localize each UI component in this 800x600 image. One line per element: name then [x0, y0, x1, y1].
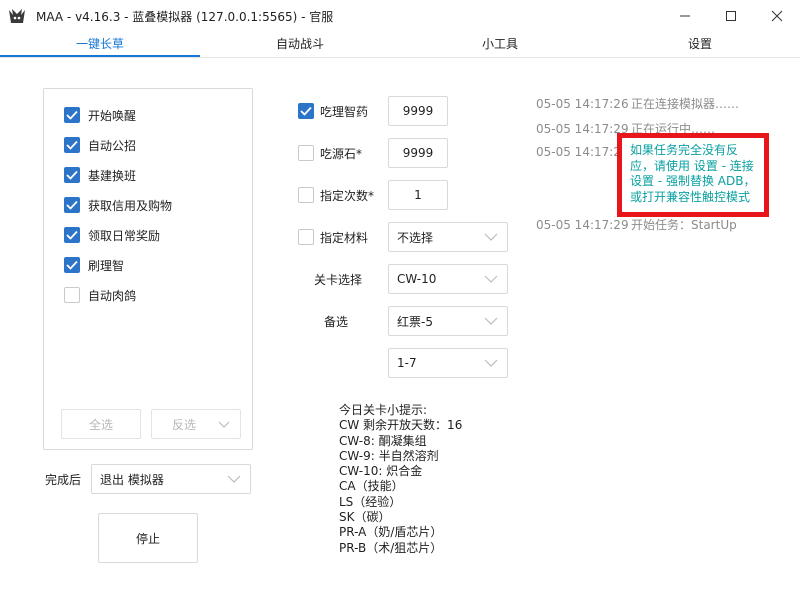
task-label: 基建换班 [88, 168, 137, 183]
chevron-down-icon [218, 421, 230, 428]
option-stone[interactable]: 吃源石* [298, 143, 362, 163]
material-dropdown[interactable]: 不选择 [388, 222, 508, 252]
tab-settings[interactable]: 设置 [600, 35, 800, 55]
material-value: 不选择 [397, 230, 434, 245]
chevron-down-icon [484, 233, 498, 241]
task-label: 自动肉鸽 [88, 288, 137, 303]
invert-label: 反选 [172, 417, 197, 432]
task-label: 开始唤醒 [88, 108, 137, 123]
log-time: 05-05 14:17:26 [536, 97, 629, 111]
close-icon [771, 10, 783, 22]
invert-selection-button[interactable]: 反选 [151, 409, 241, 439]
stage-select-label: 关卡选择 [314, 273, 363, 287]
option-label: 指定次数* [320, 188, 375, 203]
after-finish-dropdown[interactable]: 退出 模拟器 [91, 464, 251, 494]
close-button[interactable] [754, 0, 800, 32]
minimize-button[interactable] [662, 0, 708, 32]
warning-message: 如果任务完全没有反应，请使用 设置 - 连接设置 - 强制替换 ADB，或打开兼… [630, 143, 756, 204]
tab-farming[interactable]: 一键长草 [0, 35, 200, 55]
stop-button[interactable]: 停止 [98, 513, 198, 563]
task-item-infrast[interactable]: 基建换班 [64, 165, 136, 185]
tip-line: CW 剩余开放天数：16 [339, 418, 463, 433]
checkbox-checked-icon[interactable] [64, 137, 80, 153]
maximize-button[interactable] [708, 0, 754, 32]
maximize-icon [726, 11, 736, 21]
option-label: 吃源石* [320, 146, 363, 161]
task-item-wakeup[interactable]: 开始唤醒 [64, 105, 136, 125]
medicine-count-input[interactable]: 9999 [388, 96, 448, 126]
log-entry: 05-05 14:17:26 正在连接模拟器…… [536, 95, 739, 112]
backup-stage-value: 红票-5 [397, 314, 433, 329]
stage-dropdown[interactable]: CW-10 [388, 264, 508, 294]
checkbox-checked-icon[interactable] [64, 107, 80, 123]
task-label: 自动公招 [88, 138, 137, 153]
checkbox-checked-icon[interactable] [298, 103, 314, 119]
option-label: 指定材料 [320, 230, 369, 245]
task-item-award[interactable]: 领取日常奖励 [64, 225, 160, 245]
tip-line: CW-10: 炽合金 [339, 464, 423, 479]
stage-tips-title: 今日关卡小提示: [339, 403, 428, 417]
chevron-down-icon [227, 475, 241, 483]
times-count-input[interactable]: 1 [388, 180, 448, 210]
stage-value: CW-10 [397, 272, 437, 286]
log-text: 开始任务：StartUp [631, 218, 737, 232]
checkbox-checked-icon[interactable] [64, 227, 80, 243]
backup-stage-2-value: 1-7 [397, 356, 417, 370]
task-item-fight[interactable]: 刷理智 [64, 255, 124, 275]
log-time: 05-05 14:17:29 [536, 218, 629, 232]
tip-line: CA（技能） [339, 479, 404, 494]
window-title: MAA - v4.16.3 - 蓝叠模拟器 (127.0.0.1:5565) -… [36, 10, 334, 24]
option-material[interactable]: 指定材料 [298, 227, 368, 247]
tip-line: PR-A（奶/盾芯片） [339, 525, 443, 540]
checkbox-unchecked-icon[interactable] [298, 229, 314, 245]
option-label: 吃理智药 [320, 104, 369, 119]
checkbox-unchecked-icon[interactable] [298, 145, 314, 161]
tab-auto-battle[interactable]: 自动战斗 [200, 35, 400, 55]
option-times[interactable]: 指定次数* [298, 185, 374, 205]
task-item-recruit[interactable]: 自动公招 [64, 135, 136, 155]
stage-tips: 今日关卡小提示: CW 剩余开放天数：16 CW-8: 酮凝集组 CW-9: 半自然溶… [339, 403, 462, 556]
backup-stage-2-dropdown[interactable]: 1-7 [388, 348, 508, 378]
log-text: 正在连接模拟器…… [631, 97, 740, 111]
checkbox-checked-icon[interactable] [64, 167, 80, 183]
chevron-down-icon [484, 317, 498, 325]
checkbox-unchecked-icon[interactable] [298, 187, 314, 203]
chevron-down-icon [484, 359, 498, 367]
checkbox-checked-icon[interactable] [64, 257, 80, 273]
after-finish-label: 完成后 [45, 473, 82, 487]
tab-tools[interactable]: 小工具 [400, 35, 600, 55]
log-entry: 05-05 14:17:29 开始任务：StartUp [536, 216, 737, 233]
tip-line: CW-8: 酮凝集组 [339, 433, 427, 448]
tip-line: CW-9: 半自然溶剂 [339, 448, 439, 463]
option-medicine[interactable]: 吃理智药 [298, 101, 368, 121]
select-all-button[interactable]: 全选 [61, 409, 141, 439]
tab-divider [0, 57, 800, 58]
tip-line: SK（碳） [339, 510, 391, 525]
checkbox-checked-icon[interactable] [64, 197, 80, 213]
app-logo-icon [8, 7, 26, 25]
checkbox-unchecked-icon[interactable] [64, 287, 80, 303]
task-label: 领取日常奖励 [88, 228, 161, 243]
backup-stage-dropdown[interactable]: 红票-5 [388, 306, 508, 336]
chevron-down-icon [484, 275, 498, 283]
minimize-icon [680, 15, 690, 17]
task-item-roguelike[interactable]: 自动肉鸽 [64, 285, 136, 305]
backup-stage-label: 备选 [324, 315, 349, 329]
tip-line: PR-B（术/狙芯片） [339, 540, 443, 555]
task-item-mall[interactable]: 获取信用及购物 [64, 195, 172, 215]
task-label: 刷理智 [88, 258, 125, 273]
stone-count-input[interactable]: 9999 [388, 138, 448, 168]
tip-line: LS（经验） [339, 494, 402, 509]
task-label: 获取信用及购物 [88, 198, 173, 213]
after-finish-value: 退出 模拟器 [100, 472, 164, 487]
